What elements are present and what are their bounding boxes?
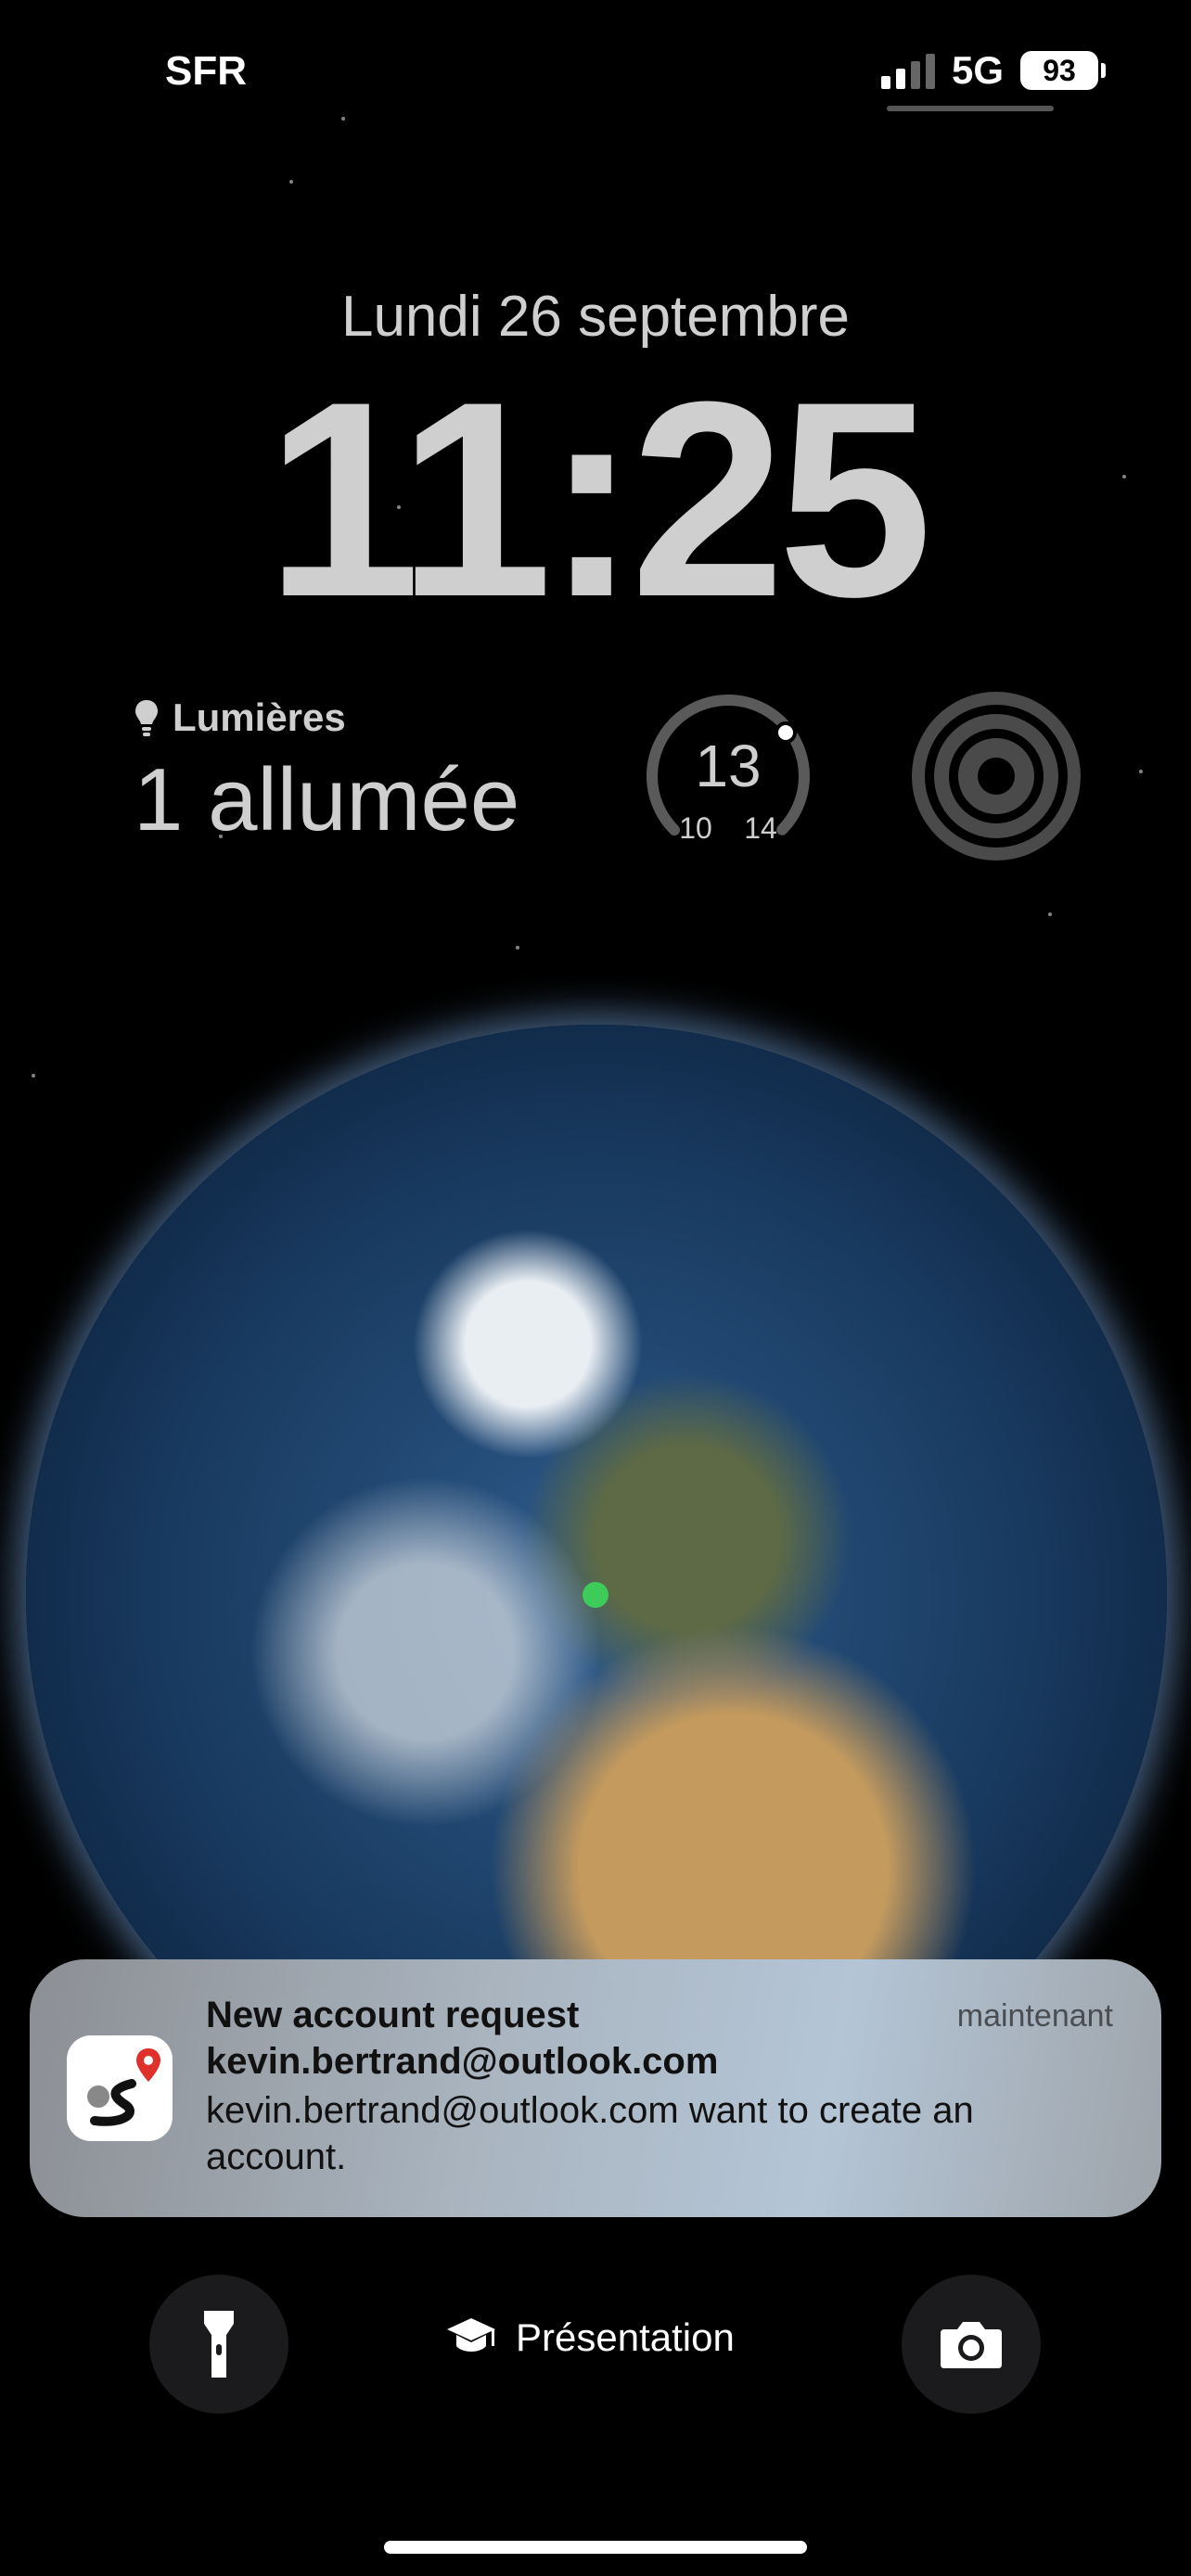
battery-level: 93	[1020, 51, 1106, 90]
notification-title: New account request	[206, 1995, 580, 2035]
cellular-signal-icon	[880, 52, 935, 89]
focus-label: Présentation	[516, 2315, 735, 2359]
graduation-cap-icon	[447, 2318, 495, 2352]
activity-rings-icon	[912, 692, 1081, 861]
location-dot	[583, 1582, 608, 1608]
temperature-gauge-widget[interactable]: 13 10 14	[640, 688, 816, 864]
flashlight-icon	[204, 2311, 234, 2378]
carrier-name: SFR	[165, 48, 247, 94]
lights-widget[interactable]: Lumières 1 allumée	[134, 695, 519, 851]
notification-body: kevin.bertrand@outlook.com want to creat…	[206, 2090, 974, 2177]
activity-widget[interactable]	[912, 692, 1081, 861]
lock-date: Lundi 26 septembre	[340, 285, 851, 349]
camera-button[interactable]	[902, 2275, 1041, 2414]
temperature-low: 10	[679, 811, 712, 845]
temperature-current: 13	[695, 733, 761, 799]
temperature-high: 14	[744, 811, 777, 845]
map-pin-route-icon	[67, 2035, 173, 2141]
lights-value: 1 allumée	[134, 750, 520, 849]
home-indicator[interactable]	[384, 2541, 807, 2554]
notification-card[interactable]: New account request kevin.bertrand@outlo…	[30, 1959, 1161, 2217]
network-type: 5G	[951, 48, 1004, 92]
notification-time: maintenant	[956, 1998, 1113, 2034]
lights-label: Lumières	[173, 695, 346, 739]
camera-icon	[941, 2322, 1002, 2368]
focus-mode[interactable]: Présentation	[445, 2315, 735, 2360]
flashlight-button[interactable]	[149, 2275, 288, 2414]
notification-subtitle: kevin.bertrand@outlook.com	[206, 2041, 719, 2082]
status-indicators: 5G 93	[880, 48, 1106, 93]
control-center-indicator[interactable]	[887, 106, 1054, 111]
lock-time: 11:25	[265, 343, 933, 655]
lightbulb-icon	[135, 700, 158, 736]
gauge-indicator	[775, 721, 797, 744]
